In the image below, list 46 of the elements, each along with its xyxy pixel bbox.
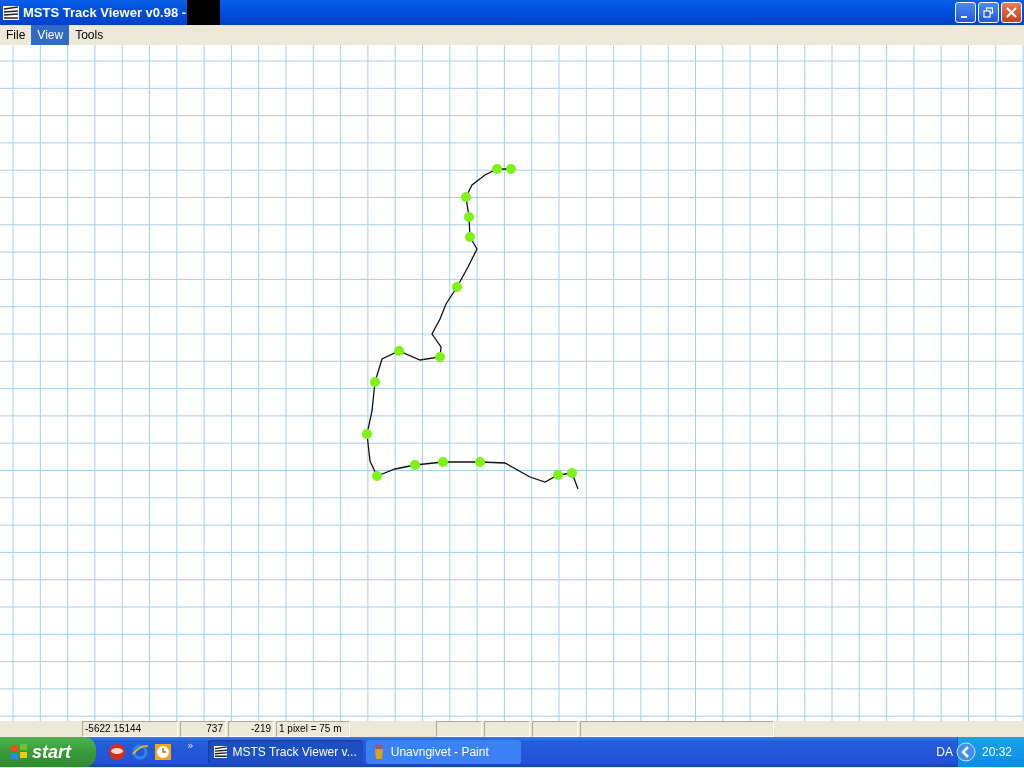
status-panel: 1 pixel = 75 m [276, 721, 350, 737]
minimize-button[interactable] [955, 2, 976, 23]
track-node [452, 282, 462, 292]
status-panel: -219 [228, 721, 274, 737]
track-node [370, 377, 380, 387]
window-title: MSTS Track Viewer v0.98 - [23, 5, 187, 20]
status-panel: -5622 15144 [82, 721, 178, 737]
track-node [464, 212, 474, 222]
menu-item[interactable]: View [31, 25, 70, 45]
app-icon [3, 5, 19, 20]
close-button[interactable] [1001, 2, 1022, 23]
track-node [394, 346, 404, 356]
track-node [461, 192, 471, 202]
track-node [372, 471, 382, 481]
status-panel: 737 [180, 721, 226, 737]
track-node [492, 164, 502, 174]
ball-icon[interactable] [108, 743, 126, 761]
close-icon [1006, 7, 1017, 18]
language-indicator[interactable]: DA [936, 745, 953, 759]
app-icon [213, 745, 228, 759]
status-panel [436, 721, 482, 737]
windows-logo-icon [10, 743, 28, 761]
taskbar-button[interactable]: MSTS Track Viewer v... [207, 740, 363, 764]
track-node [435, 352, 445, 362]
track-node [465, 232, 475, 242]
status-panel [532, 721, 578, 737]
chevron-left-icon[interactable] [955, 742, 976, 762]
restore-icon [983, 7, 994, 18]
track-node [410, 460, 420, 470]
restore-button[interactable] [978, 2, 999, 23]
overflow-chevron[interactable]: » [177, 737, 200, 752]
clock: 20:32 [981, 745, 1012, 759]
track-node [506, 164, 516, 174]
browser-icon[interactable] [131, 743, 149, 761]
taskbar-button[interactable]: Unavngivet - Paint [365, 740, 521, 764]
track-node [567, 468, 577, 478]
status-panel [484, 721, 530, 737]
clock-icon[interactable] [154, 743, 172, 761]
track-node [438, 457, 448, 467]
menu-item[interactable]: File [0, 25, 32, 45]
start-button[interactable]: start [0, 737, 96, 767]
menu-item[interactable]: Tools [69, 25, 110, 45]
minimize-icon [961, 15, 967, 18]
track-node [475, 457, 485, 467]
track-node [362, 429, 372, 439]
track-node [553, 470, 563, 480]
